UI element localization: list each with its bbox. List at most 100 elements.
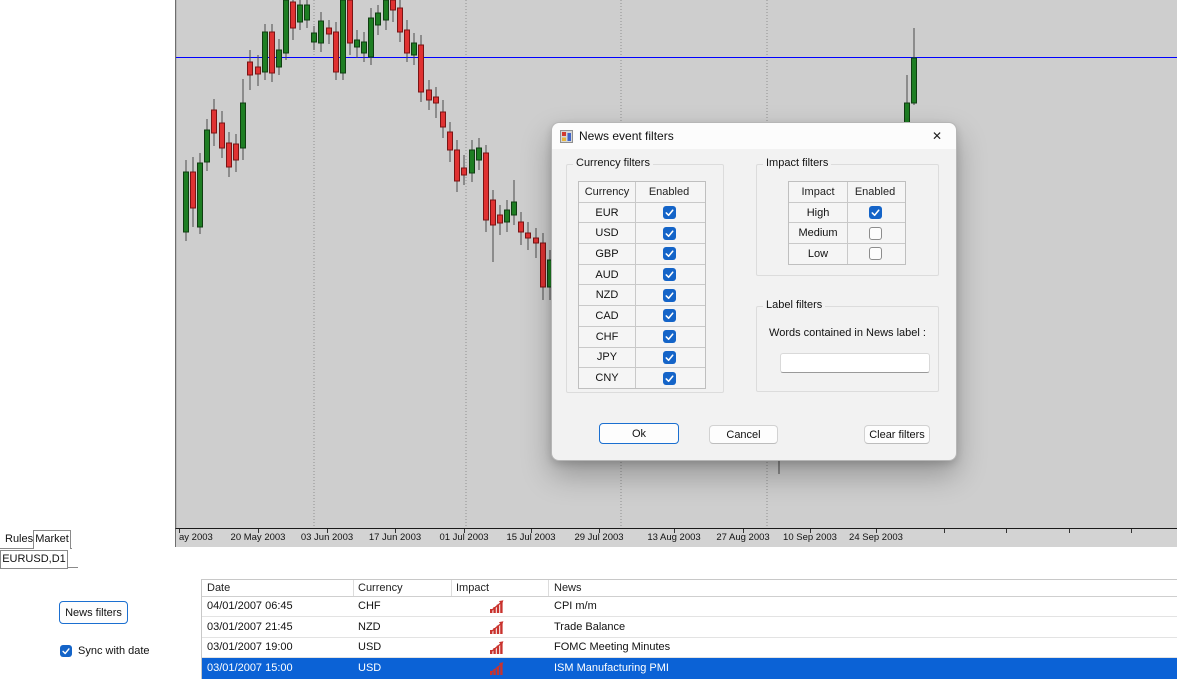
currency-enabled-checkbox-cny[interactable]: [663, 372, 676, 385]
check-icon: [664, 290, 675, 301]
candle-up: [912, 28, 917, 105]
sync-with-date-checkbox[interactable]: [60, 645, 72, 657]
enabled-col-header: Enabled: [649, 186, 689, 198]
candle-up: [369, 8, 374, 65]
currency-row-nzd: NZD: [579, 284, 705, 305]
impact-enabled-checkbox-high[interactable]: [869, 206, 882, 219]
news-label-filter-input[interactable]: [780, 353, 930, 373]
currency-enabled-checkbox-nzd[interactable]: [663, 289, 676, 302]
column-header-news[interactable]: News: [554, 580, 582, 596]
tabstrip-divider: [67, 567, 78, 568]
header-separator: [548, 580, 549, 596]
currency-code: CAD: [595, 310, 618, 322]
news-row-date: 03/01/2007 21:45: [207, 617, 293, 637]
tab-eurusd-d1[interactable]: EURUSD,D1: [0, 550, 68, 569]
candle-down: [270, 24, 275, 82]
news-filters-button[interactable]: News filters: [59, 601, 128, 624]
candle-down: [541, 233, 546, 300]
column-separator: [847, 182, 848, 264]
candle-up: [205, 119, 210, 171]
news-row-date: 04/01/2007 06:45: [207, 597, 293, 616]
words-caption: Words contained in News label :: [757, 327, 938, 339]
news-row-title: FOMC Meeting Minutes: [554, 638, 670, 657]
axis-tick: [1069, 529, 1070, 533]
dialog-titlebar[interactable]: News event filters ✕: [552, 123, 956, 149]
news-row-title: ISM Manufacturing PMI: [554, 658, 669, 678]
candle-down: [327, 20, 332, 44]
header-separator: [353, 580, 354, 596]
high-impact-icon: [490, 662, 505, 675]
axis-tick: [1131, 529, 1132, 533]
impact-level: Medium: [798, 227, 837, 239]
impact-filters-label: Impact filters: [763, 157, 831, 169]
column-header-impact[interactable]: Impact: [456, 580, 489, 596]
currency-enabled-checkbox-usd[interactable]: [663, 227, 676, 240]
check-icon: [664, 248, 675, 259]
news-row-currency: NZD: [358, 617, 381, 637]
impact-enabled-checkbox-medium[interactable]: [869, 227, 882, 240]
candle-down: [291, 0, 296, 40]
impact-level: High: [807, 207, 830, 219]
axis-date-label: 27 Aug 2003: [716, 532, 769, 543]
clear-filters-button[interactable]: Clear filters: [864, 425, 930, 444]
candle-down: [455, 140, 460, 192]
check-icon: [664, 207, 675, 218]
currency-table-header: Currency Enabled: [579, 182, 705, 202]
currency-code: JPY: [597, 351, 617, 363]
currency-enabled-checkbox-jpy[interactable]: [663, 351, 676, 364]
time-axis: ay 200320 May 200303 Jun 200317 Jun 2003…: [175, 528, 1177, 547]
currency-table-body: EURUSDGBPAUDNZDCADCHFJPYCNY: [579, 202, 705, 388]
news-row[interactable]: 04/01/2007 06:45CHFCPI m/m: [202, 597, 1177, 617]
check-icon: [664, 373, 675, 384]
news-table-header: Date Currency Impact News: [202, 580, 1177, 597]
axis-date-label: 20 May 2003: [231, 532, 286, 543]
candle-up: [284, 0, 289, 60]
news-row[interactable]: 03/01/2007 19:00USDFOMC Meeting Minutes: [202, 638, 1177, 658]
tab-market[interactable]: Market: [33, 530, 71, 549]
column-header-currency[interactable]: Currency: [358, 580, 403, 596]
candle-down: [391, 0, 396, 22]
candle-up: [384, 0, 389, 30]
news-table-body: 04/01/2007 06:45CHFCPI m/m03/01/2007 21:…: [202, 597, 1177, 679]
check-icon: [870, 207, 881, 218]
ok-button[interactable]: Ok: [599, 423, 679, 444]
winform-app-icon: [560, 130, 573, 143]
news-row[interactable]: 03/01/2007 15:00USDISM Manufacturing PMI: [202, 658, 1177, 679]
cancel-button[interactable]: Cancel: [709, 425, 778, 444]
currency-row-cny: CNY: [579, 367, 705, 388]
candle-up: [470, 140, 475, 182]
candle-down: [448, 122, 453, 162]
news-row-currency: USD: [358, 658, 381, 678]
currency-enabled-checkbox-eur[interactable]: [663, 206, 676, 219]
axis-tick: [944, 529, 945, 533]
currency-code: USD: [595, 227, 618, 239]
sync-with-date-row: Sync with date: [60, 645, 150, 657]
sync-with-date-label: Sync with date: [78, 645, 150, 657]
currency-enabled-checkbox-cad[interactable]: [663, 309, 676, 322]
candle-down: [441, 100, 446, 138]
candle-up: [312, 26, 317, 50]
currency-enabled-checkbox-aud[interactable]: [663, 268, 676, 281]
candle-up: [412, 33, 417, 65]
currency-enabled-checkbox-chf[interactable]: [663, 330, 676, 343]
candle-down: [348, 0, 353, 55]
check-icon: [61, 646, 71, 656]
candle-up: [263, 24, 268, 80]
news-row[interactable]: 03/01/2007 21:45NZDTrade Balance: [202, 617, 1177, 638]
currency-row-gbp: GBP: [579, 243, 705, 264]
close-button[interactable]: ✕: [918, 123, 956, 149]
impact-filters-table: Impact Enabled HighMediumLow: [788, 181, 906, 265]
candle-down: [427, 80, 432, 110]
candle-down: [498, 205, 503, 235]
impact-level: Low: [808, 248, 828, 260]
candle-up: [298, 0, 303, 30]
candle-up: [319, 12, 324, 52]
column-header-date[interactable]: Date: [207, 580, 230, 596]
currency-filters-label: Currency filters: [573, 157, 653, 169]
high-impact-icon: [490, 621, 505, 634]
impact-enabled-checkbox-low[interactable]: [869, 247, 882, 260]
currency-row-jpy: JPY: [579, 347, 705, 368]
check-icon: [664, 352, 675, 363]
currency-enabled-checkbox-gbp[interactable]: [663, 247, 676, 260]
candle-up: [355, 30, 360, 58]
